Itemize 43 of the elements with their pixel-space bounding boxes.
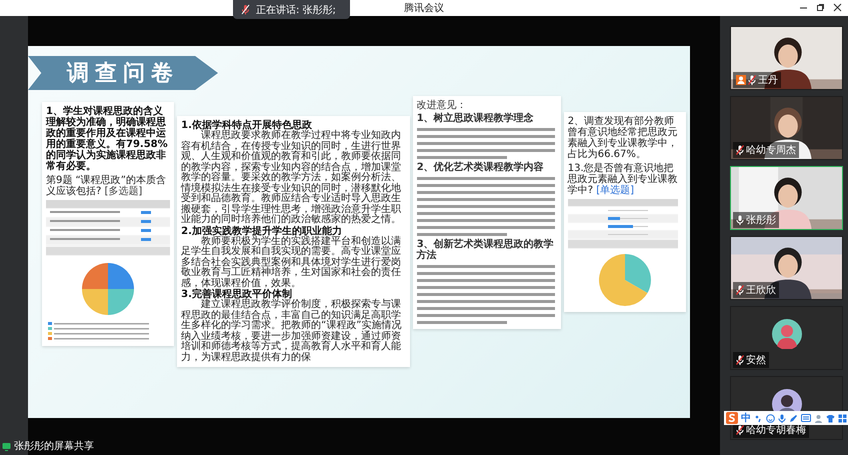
finding-text: 1、学生对课程思政的含义理解较为准确，明确课程思政的重要作用及在课程中运用的重要意义。有79.58%的同学认为实施课程思政非常有必要。	[46, 106, 169, 172]
section-heading: 3.完善课程思政平价体制	[181, 289, 292, 300]
microphone-icon[interactable]	[778, 414, 786, 422]
avatar-icon	[772, 319, 802, 349]
slide-title: 调查问卷	[28, 56, 218, 90]
finding-text: 2、调查发现有部分教师曾有意识地经常把思政元素融入到专业课教学中，占比为66.67%。	[568, 116, 679, 160]
input-mode-toggle[interactable]: 中	[741, 411, 751, 425]
paragraph: 教师要积极为学生的实践搭建平台和创造以满足学生自我发展和自我实现的需要。高专业课堂应多结合社会实践典型案例和具体境对学生进行爱岗敬业教育与工匠精神培养，生对国家和社会的责任感，体现课程价值，效果。	[181, 236, 402, 288]
participant-tile[interactable]: 安然	[730, 306, 843, 370]
person-icon[interactable]	[814, 414, 823, 422]
section-heading: 1、树立思政课程教学理念	[416, 113, 534, 124]
participant-tile[interactable]: 王欣欣	[730, 236, 843, 300]
grid-icon[interactable]	[838, 414, 847, 422]
question-text: 第9题 “课程思政”的本质含义应该包括? [多选题]	[46, 175, 167, 197]
participant-name: 安然	[746, 354, 766, 367]
participant-name: 哈幼专胡春梅	[746, 424, 806, 437]
participant-tile[interactable]: 王丹	[730, 26, 843, 90]
punctuation-icon[interactable]	[754, 414, 763, 422]
participant-name: 王欣欣	[746, 284, 776, 297]
paragraph: 课程思政要求教师在教学过程中将专业知政内容有机结合，在传授专业知识的同时，生进行世界观、人生观和价值观的教育和引此，教师要依据同的教学内容，探索专业知内容的结合点，增加课堂教学的容量。要采效的教学方法，如案例分析法、情境模拟法生在接受专业知识的同时，潜移默化地受到和品德教育。教师应结合专业适时导入思政生搬硬套，引导学生理性思考，增强政治意升学生职业能力的同时培养他们的政治敏感家的热爱之情。	[181, 131, 402, 225]
pie-chart-drawing	[596, 252, 653, 308]
participant-name: 王丹	[758, 74, 778, 87]
speaking-text: 正在讲话: 张彤彤;	[256, 4, 336, 16]
smiley-icon[interactable]	[766, 414, 775, 422]
close-icon[interactable]	[833, 3, 842, 12]
participant-tile[interactable]: 张彤彤	[730, 166, 843, 230]
document-title: 改进意见：	[416, 100, 467, 111]
shirt-icon[interactable]	[826, 414, 835, 422]
participant-name: 张彤彤	[746, 214, 776, 227]
question-text: 13.您是否曾有意识地把思政元素融入到专业课教学中? [单选题]	[568, 163, 679, 196]
window-title: 腾讯会议	[404, 2, 444, 15]
keyboard-icon[interactable]	[801, 414, 811, 422]
section-heading: 2、优化艺术类课程教学内容	[416, 162, 544, 173]
participant-name: 哈幼专周杰	[746, 144, 796, 157]
section-heading: 3、创新艺术类课程思政的教学方法	[416, 239, 555, 261]
muted-microphone-icon	[241, 4, 250, 15]
paragraph: 建立课程思政教学评价制度，积极探索专与课程思政的最佳结合点，丰富自己的知识满足高职学生多样化的学习需求。把教师的“课程政”实施情况纳入业绩考核，要进一步加强师资建设，通过师资培训和师德考核等方式，提高教育人水平和育人能力，为课程思政提供有力的保	[181, 300, 402, 363]
screen-share-icon	[2, 442, 11, 450]
section-heading: 2.加强实践教学提升学生的职业能力	[181, 226, 342, 236]
screen-share-label: 张彤彤的屏幕共享	[14, 440, 94, 453]
section-heading: 1.依据学科特点开展特色思政	[181, 120, 312, 131]
restore-icon[interactable]	[816, 3, 825, 12]
participant-tile[interactable]: 哈幼专周杰	[730, 96, 843, 160]
